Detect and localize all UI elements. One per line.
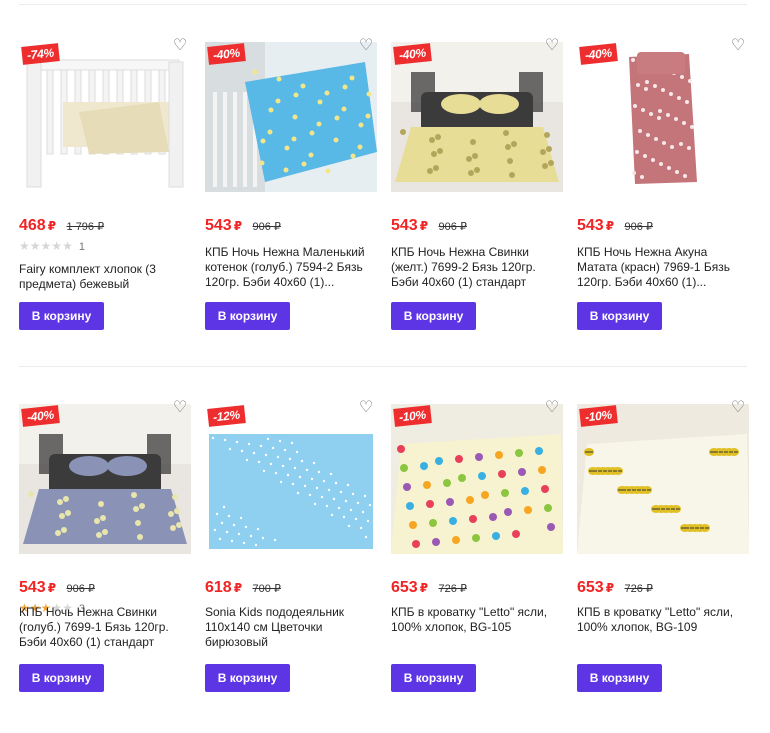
star-icon: ★ [40,239,52,253]
product-grid: -74% ♡ 468 ₽ 1 796 ₽ ★★★★★ 1 Fairy комплек… [0,0,770,733]
product-title[interactable]: КПБ Ночь Нежна Акуна Матата (красн) 7969… [577,245,749,290]
add-to-cart-button[interactable]: В корзину [577,302,662,330]
current-price: 653 ₽ [577,579,615,596]
price-row: 543 ₽ 906 ₽ [577,217,749,237]
current-price: 543 ₽ [19,579,57,596]
product-image[interactable] [577,42,749,192]
heart-outline-icon[interactable]: ♡ [171,400,189,416]
star-icon: ★ [29,239,41,253]
product-title[interactable]: КПБ Ночь Нежна Свинки (желт.) 7699-2 Бяз… [391,245,563,290]
price-row: 653 ₽ 726 ₽ [577,579,749,599]
old-price: 906 ₽ [624,221,653,233]
heart-outline-icon[interactable]: ♡ [729,38,747,54]
old-price: 906 ₽ [252,221,281,233]
product-card[interactable]: -74% ♡ 468 ₽ 1 796 ₽ ★★★★★ 1 Fairy комплек… [19,38,191,362]
rating-stars: ★★★★★ 1 [19,239,85,253]
discount-badge: -40% [207,43,246,65]
star-icon: ★ [51,239,63,253]
heart-outline-icon[interactable]: ♡ [357,38,375,54]
product-card[interactable]: -40% ♡ 543 ₽ 906 ₽ ★★★★★ 3 КПБ Ночь Нежна … [19,400,191,724]
product-title[interactable]: КПБ Ночь Нежна Свинки (голуб.) 7699-1 Бя… [19,605,191,650]
add-to-cart-button[interactable]: В корзину [391,664,476,692]
add-to-cart-button[interactable]: В корзину [205,664,290,692]
product-title[interactable]: КПБ в кроватку "Letto" ясли, 100% хлопок… [577,605,749,635]
add-to-cart-button[interactable]: В корзину [205,302,290,330]
product-title[interactable]: КПБ Ночь Нежна Маленький котенок (голуб.… [205,245,377,290]
current-price: 543 ₽ [205,217,243,234]
old-price: 1 796 ₽ [66,221,105,233]
product-image[interactable] [19,42,191,192]
product-card[interactable]: -10% ♡ 653 ₽ 726 ₽ КПБ в кроватку "Letto"… [391,400,563,724]
product-card[interactable]: -12% ♡ 618 ₽ 700 ₽ Sonia Kids пододеяльни… [205,400,377,724]
product-title[interactable]: Fairy комплект хлопок (3 предмета) бежев… [19,262,191,292]
product-image[interactable] [205,404,377,554]
review-count: 1 [78,241,85,253]
discount-badge: -12% [207,405,246,427]
price-row: 653 ₽ 726 ₽ [391,579,563,599]
discount-badge: -10% [579,405,618,427]
star-icon: ★ [62,239,73,253]
heart-outline-icon[interactable]: ♡ [543,38,561,54]
old-price: 726 ₽ [624,583,653,595]
current-price: 653 ₽ [391,579,429,596]
star-icon: ★ [19,239,30,253]
discount-badge: -40% [579,43,618,65]
product-image[interactable] [19,404,191,554]
current-price: 468 ₽ [19,217,57,234]
current-price: 543 ₽ [391,217,429,234]
heart-outline-icon[interactable]: ♡ [171,38,189,54]
old-price: 726 ₽ [438,583,467,595]
add-to-cart-button[interactable]: В корзину [19,664,104,692]
product-image[interactable] [391,404,563,554]
product-title[interactable]: КПБ в кроватку "Letto" ясли, 100% хлопок… [391,605,563,635]
product-title[interactable]: Sonia Kids пододеяльник 110х140 см Цвето… [205,605,377,650]
old-price: 906 ₽ [438,221,467,233]
price-row: 618 ₽ 700 ₽ [205,579,377,599]
product-image[interactable] [205,42,377,192]
old-price: 906 ₽ [66,583,95,595]
discount-badge: -10% [393,405,432,427]
add-to-cart-button[interactable]: В корзину [577,664,662,692]
price-row: 543 ₽ 906 ₽ [391,217,563,237]
add-to-cart-button[interactable]: В корзину [391,302,476,330]
price-row: 468 ₽ 1 796 ₽ [19,217,191,237]
current-price: 618 ₽ [205,579,243,596]
product-card[interactable]: -40% ♡ 543 ₽ 906 ₽ КПБ Ночь Нежна Свинки … [391,38,563,362]
product-card[interactable]: -40% ♡ 543 ₽ 906 ₽ КПБ Ночь Нежна Акуна М… [577,38,749,362]
product-image[interactable] [391,42,563,192]
old-price: 700 ₽ [252,583,281,595]
product-image[interactable] [577,404,749,554]
discount-badge: -74% [21,43,60,65]
price-row: 543 ₽ 906 ₽ [19,579,191,599]
current-price: 543 ₽ [577,217,615,234]
heart-outline-icon[interactable]: ♡ [357,400,375,416]
product-card[interactable]: -10% ♡ 653 ₽ 726 ₽ КПБ в кроватку "Letto"… [577,400,749,724]
discount-badge: -40% [21,405,60,427]
heart-outline-icon[interactable]: ♡ [729,400,747,416]
add-to-cart-button[interactable]: В корзину [19,302,104,330]
product-card[interactable]: -40% ♡ 543 ₽ 906 ₽ КПБ Ночь Нежна Маленьк… [205,38,377,362]
discount-badge: -40% [393,43,432,65]
heart-outline-icon[interactable]: ♡ [543,400,561,416]
price-row: 543 ₽ 906 ₽ [205,217,377,237]
